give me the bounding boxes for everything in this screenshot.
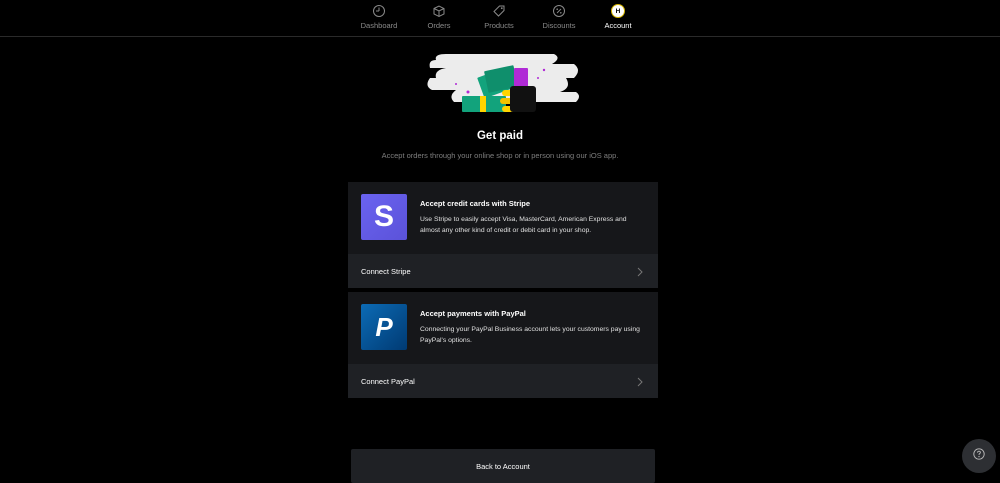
paypal-card-info: P Accept payments with PayPal Connecting… <box>348 292 658 364</box>
card-description: Use Stripe to easily accept Visa, Master… <box>420 216 627 234</box>
connect-paypal-button[interactable]: Connect PayPal <box>348 364 658 398</box>
paypal-card: P Accept payments with PayPal Connecting… <box>348 292 658 398</box>
nav-label: Discounts <box>542 21 576 30</box>
connect-stripe-button[interactable]: Connect Stripe <box>348 254 658 288</box>
stripe-logo: S <box>361 194 407 240</box>
percent-badge-icon <box>552 4 566 18</box>
page-title: Get paid <box>476 130 523 142</box>
help-button[interactable] <box>962 439 996 473</box>
connect-paypal-label: Connect PayPal <box>361 376 415 386</box>
card-description: Connecting your PayPal Business account … <box>420 326 640 344</box>
nav-label: Products <box>484 21 514 30</box>
tag-icon <box>492 4 506 18</box>
top-nav: Dashboard Orders Products Discounts H Ac… <box>0 0 1000 37</box>
nav-label: Account <box>604 21 632 30</box>
stripe-card: S Accept credit cards with Stripe Use St… <box>348 182 658 288</box>
nav-item-account[interactable]: H Account <box>583 0 653 36</box>
stripe-card-info: S Accept credit cards with Stripe Use St… <box>348 182 658 254</box>
card-heading: Accept credit cards with Stripe <box>420 199 531 208</box>
card-heading: Accept payments with PayPal <box>420 309 526 318</box>
chevron-right-icon <box>636 265 644 277</box>
paypal-logo: P <box>361 304 407 350</box>
back-to-account-label: Back to Account <box>476 462 530 471</box>
page-subtitle: Accept orders through your online shop o… <box>381 151 619 160</box>
nav-label: Orders <box>427 21 451 30</box>
nav-label: Dashboard <box>360 21 398 30</box>
avatar: H <box>611 4 625 18</box>
connect-stripe-label: Connect Stripe <box>361 266 411 276</box>
chevron-right-icon <box>636 375 644 387</box>
back-to-account-button[interactable]: Back to Account <box>351 449 655 483</box>
dashboard-gauge-icon <box>372 4 386 18</box>
stripe-logo-letter: S <box>373 200 394 233</box>
paypal-logo-letter: P <box>375 311 393 342</box>
question-mark-icon <box>973 447 985 465</box>
box-icon <box>432 4 446 18</box>
avatar-wrapper: H <box>611 4 625 18</box>
get-paid-illustration <box>426 48 580 122</box>
